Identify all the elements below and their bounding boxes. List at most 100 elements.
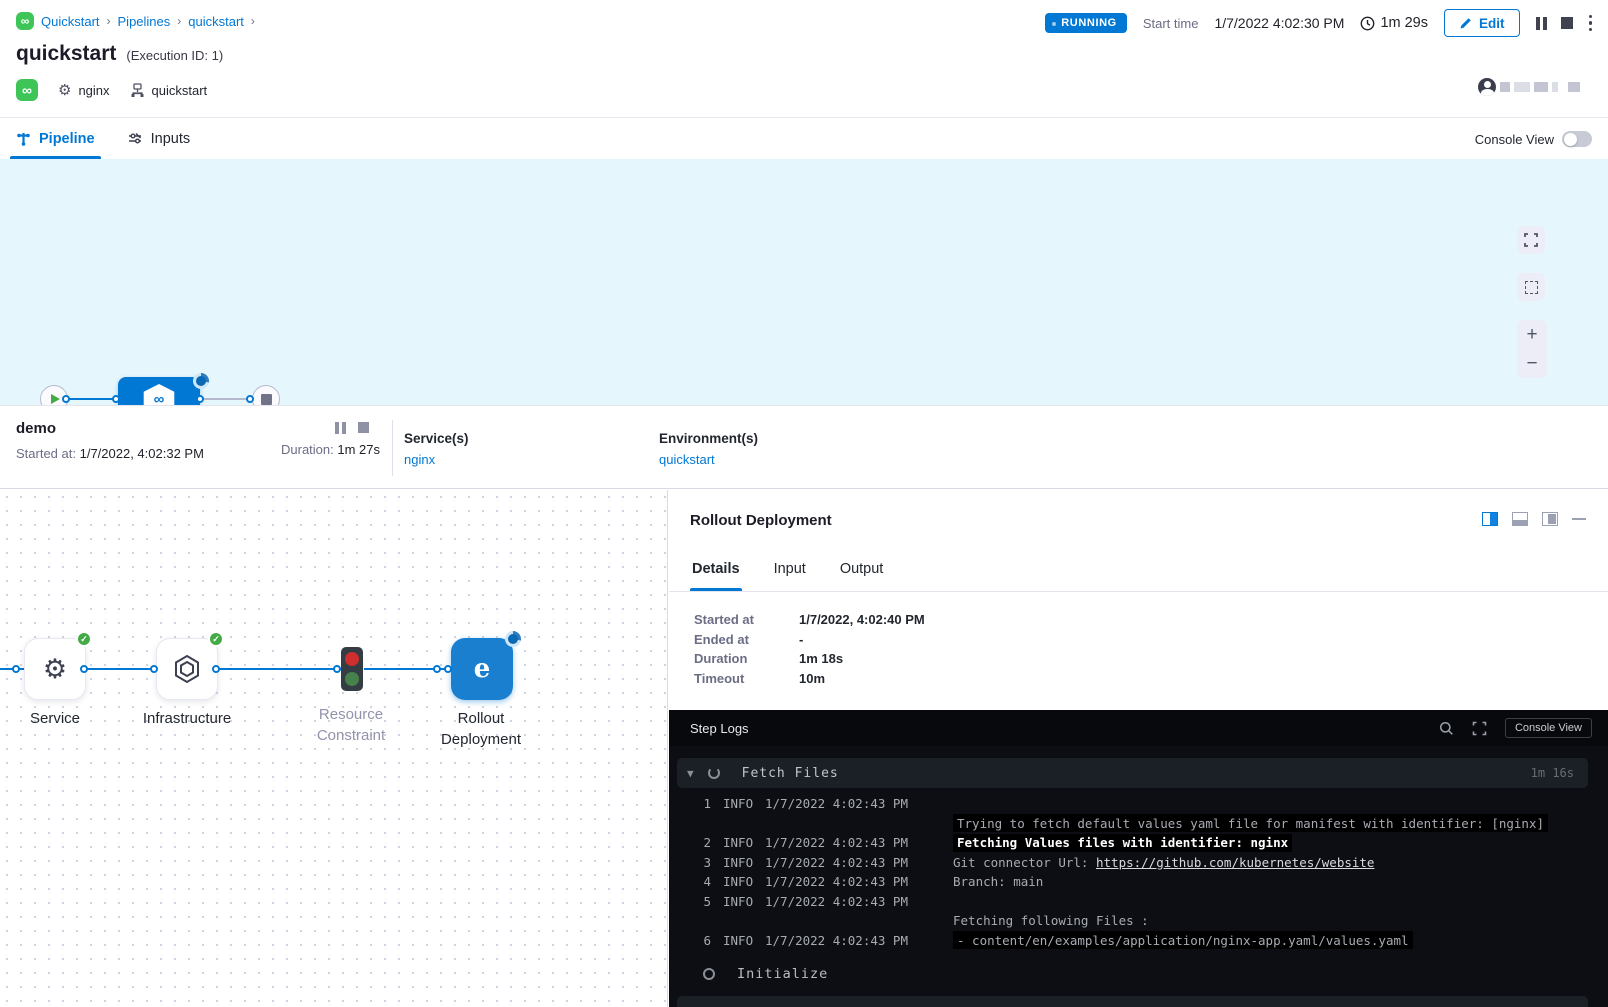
traffic-light-red-icon: [345, 652, 359, 666]
log-line: 4INFO1/7/2022 4:02:43 PMBranch: main: [669, 872, 1608, 892]
gear-icon: ⚙: [43, 656, 67, 683]
harness-logo-icon: ∞: [16, 12, 34, 30]
stage-pause-button[interactable]: [335, 422, 346, 434]
zoom-controls: + −: [1517, 320, 1547, 378]
redacted-text: [1500, 82, 1510, 92]
step-logs-title: Step Logs: [690, 721, 749, 736]
cd-module-icon: ∞: [16, 79, 38, 101]
more-options-menu[interactable]: [1587, 13, 1595, 34]
step-panel-title: Rollout Deployment: [690, 512, 832, 529]
connector-dot: [80, 665, 88, 673]
console-view-button[interactable]: Console View: [1505, 718, 1592, 738]
infrastructure-icon: [130, 83, 145, 98]
avatar: [1478, 78, 1496, 96]
section-running-spinner-icon: [708, 767, 720, 779]
service-tag[interactable]: ⚙ nginx: [58, 83, 110, 98]
console-view-toggle[interactable]: [1562, 131, 1592, 147]
detail-value: 10m: [799, 671, 825, 686]
stage-running-spinner-icon: [193, 373, 209, 389]
layout-panel-right-button[interactable]: [1542, 512, 1558, 526]
step-details-panel: Rollout Deployment Details Input Output …: [669, 490, 1608, 1007]
marquee-select-button[interactable]: [1517, 273, 1545, 301]
detail-label: Duration: [694, 651, 799, 666]
minimize-panel-button[interactable]: [1572, 518, 1586, 521]
logs-body[interactable]: ▼ Fetch Files 1m 16s 1INFO1/7/2022 4:02:…: [669, 746, 1608, 1007]
traffic-light-green-icon: [345, 672, 359, 686]
step-details-list: Started at1/7/2022, 4:02:40 PM Ended at-…: [669, 592, 1608, 688]
detail-value: -: [799, 632, 803, 647]
harness-e-icon: e: [474, 654, 491, 684]
log-section-fetch-files[interactable]: ▼ Fetch Files 1m 16s: [677, 758, 1588, 788]
duration-label: Duration:: [281, 442, 334, 457]
marquee-icon: [1525, 281, 1538, 294]
edit-button[interactable]: Edit: [1444, 9, 1520, 37]
tab-details[interactable]: Details: [690, 546, 742, 591]
edge: [86, 668, 156, 670]
zoom-in-button[interactable]: +: [1526, 325, 1537, 344]
node-label-service: Service: [10, 708, 100, 729]
success-check-icon: ✓: [76, 631, 92, 647]
environments-label: Environment(s): [659, 431, 758, 446]
layout-split-bottom-button[interactable]: [1512, 512, 1528, 526]
stop-button[interactable]: [1561, 17, 1573, 29]
step-running-spinner-icon: [505, 631, 521, 647]
log-line: 6INFO1/7/2022 4:02:43 PM- content/en/exa…: [669, 931, 1608, 951]
log-line: Trying to fetch default values yaml file…: [669, 814, 1608, 834]
detail-label: Started at: [694, 612, 799, 627]
pipeline-stage-canvas[interactable]: ∞ demo + −: [0, 159, 1608, 405]
divider: [392, 420, 393, 476]
search-icon[interactable]: [1439, 721, 1454, 736]
log-section-initialize[interactable]: Initialize: [677, 959, 1588, 989]
node-label-infrastructure: Infrastructure: [132, 708, 242, 729]
node-resource-constraint[interactable]: [341, 647, 363, 691]
environment-tag[interactable]: quickstart: [130, 83, 208, 98]
console-view-label: Console View: [1475, 132, 1554, 147]
zoom-out-button[interactable]: −: [1526, 354, 1537, 373]
pencil-icon: [1459, 17, 1472, 30]
breadcrumb-link-pipeline-name[interactable]: quickstart: [188, 14, 244, 29]
node-service[interactable]: ⚙: [24, 638, 86, 700]
started-at-label: Started at:: [16, 446, 76, 461]
service-link[interactable]: nginx: [404, 452, 469, 467]
connector-dot: [62, 395, 70, 403]
tab-input[interactable]: Input: [772, 546, 808, 591]
elapsed-time: 1m 29s: [1360, 15, 1428, 31]
log-line: 2INFO1/7/2022 4:02:43 PMFetching Values …: [669, 833, 1608, 853]
pipeline-icon: [16, 131, 31, 146]
log-section-duration: 1m 16s: [1531, 766, 1574, 780]
chevron-right-icon: ›: [177, 14, 181, 28]
environment-link[interactable]: quickstart: [659, 452, 758, 467]
clock-icon: [1360, 16, 1375, 31]
fullscreen-button[interactable]: [1517, 226, 1545, 254]
status-badge: RUNNING: [1045, 13, 1127, 33]
start-time-label: Start time: [1143, 16, 1199, 31]
connector-dot: [246, 395, 254, 403]
pause-button[interactable]: [1536, 17, 1547, 30]
expand-logs-icon[interactable]: [1472, 721, 1487, 736]
stop-icon: [261, 394, 272, 405]
tab-inputs[interactable]: Inputs: [111, 118, 207, 159]
breadcrumb-link-quickstart[interactable]: Quickstart: [41, 14, 100, 29]
connector-dot: [333, 665, 341, 673]
view-tabs: Pipeline Inputs Console View: [0, 117, 1608, 159]
start-time-value: 1/7/2022 4:02:30 PM: [1214, 15, 1344, 31]
connector-dot: [444, 665, 452, 673]
user-info: [1478, 78, 1580, 96]
inputs-icon: [127, 131, 143, 147]
stage-stop-button[interactable]: [358, 422, 369, 433]
tab-output[interactable]: Output: [838, 546, 886, 591]
layout-split-right-button[interactable]: [1482, 512, 1498, 526]
gear-icon: ⚙: [58, 83, 71, 98]
node-rollout-deployment[interactable]: e: [451, 638, 513, 700]
step-logs-console: Step Logs Console View ▼ Fetch Files 1m …: [669, 710, 1608, 1007]
log-line: 3INFO1/7/2022 4:02:43 PMGit connector Ur…: [669, 853, 1608, 873]
node-infrastructure[interactable]: [156, 638, 218, 700]
log-link[interactable]: https://github.com/kubernetes/website: [1096, 855, 1374, 870]
log-section-title: Initialize: [737, 966, 828, 982]
execution-graph-canvas[interactable]: ⚙ ✓ ✓ e Service Infrastructure Resource …: [0, 490, 668, 1007]
breadcrumb-link-pipelines[interactable]: Pipelines: [118, 14, 171, 29]
tab-pipeline[interactable]: Pipeline: [0, 118, 111, 159]
connector-dot: [196, 395, 204, 403]
connector-dot: [12, 665, 20, 673]
edge-start-to-stage: [68, 398, 118, 400]
